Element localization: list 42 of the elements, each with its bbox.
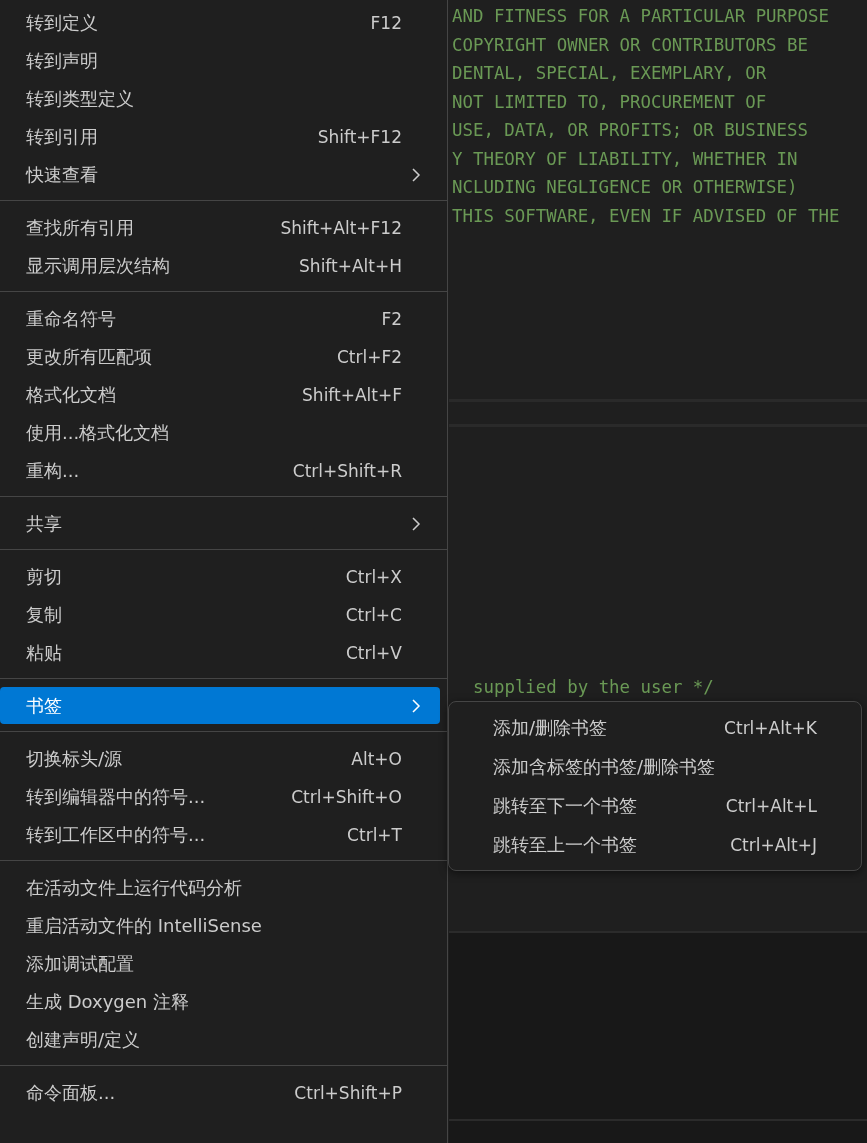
menu-item[interactable]: 转到定义 F12 <box>0 4 440 41</box>
menu-item[interactable]: 转到引用 Shift+F12 <box>0 118 440 155</box>
code-line: supplied by the user */ <box>472 676 714 699</box>
menu-item[interactable]: 复制 Ctrl+C <box>0 596 440 633</box>
menu-item[interactable]: 在活动文件上运行代码分析 <box>0 869 440 906</box>
chevron-right-icon <box>410 167 422 182</box>
menu-item[interactable]: 快速查看 <box>0 156 440 193</box>
chevron-right-icon <box>410 698 422 713</box>
code-line: COPYRIGHT OWNER OR CONTRIBUTORS BE <box>451 33 808 57</box>
menu-item[interactable]: 切换标头/源 Alt+O <box>0 740 440 777</box>
menu-item[interactable]: 使用...格式化文档 <box>0 414 440 451</box>
menu-item[interactable]: 共享 <box>0 505 440 542</box>
menu-item[interactable]: 创建声明/定义 <box>0 1021 440 1058</box>
menu-item[interactable]: 剪切 Ctrl+X <box>0 558 440 595</box>
menu-item[interactable]: 重构... Ctrl+Shift+R <box>0 452 440 489</box>
menu-item[interactable]: 重命名符号 F2 <box>0 300 440 337</box>
menu-item[interactable]: 添加调试配置 <box>0 945 440 982</box>
menu-item[interactable]: 显示调用层次结构 Shift+Alt+H <box>0 247 440 284</box>
menu-item[interactable]: 命令面板... Ctrl+Shift+P <box>0 1074 440 1111</box>
menu-item[interactable]: 跳转至上一个书签 Ctrl+Alt+J <box>449 825 861 864</box>
code-line: USE, DATA, OR PROFITS; OR BUSINESS <box>451 119 808 142</box>
menu-item[interactable]: 重启活动文件的 IntelliSense <box>0 907 440 944</box>
code-line: NCLUDING NEGLIGENCE OR OTHERWISE) <box>451 176 798 199</box>
menu-item[interactable]: 添加/删除书签 Ctrl+Alt+K <box>449 708 861 747</box>
menu-item[interactable]: 转到工作区中的符号... Ctrl+T <box>0 816 440 853</box>
chevron-right-icon <box>410 516 422 531</box>
menu-item[interactable]: 生成 Doxygen 注释 <box>0 983 440 1020</box>
code-line: DENTAL, SPECIAL, EXEMPLARY, OR <box>451 62 767 85</box>
menu-item[interactable]: 转到声明 <box>0 42 440 79</box>
menu-item[interactable]: 书签 <box>0 687 440 724</box>
menu-item[interactable]: 跳转至下一个书签 Ctrl+Alt+L <box>449 786 861 825</box>
menu-item[interactable]: 转到编辑器中的符号... Ctrl+Shift+O <box>0 778 440 815</box>
code-line: Y THEORY OF LIABILITY, WHETHER IN <box>451 147 798 171</box>
menu-item[interactable]: 转到类型定义 <box>0 80 440 117</box>
code-line: NOT LIMITED TO, PROCUREMENT OF <box>451 90 767 114</box>
code-line: THIS SOFTWARE, EVEN IF ADVISED OF THE <box>451 204 840 228</box>
menu-item[interactable]: 粘贴 Ctrl+V <box>0 634 440 671</box>
menu-item[interactable]: 添加含标签的书签/删除书签 <box>449 747 861 786</box>
menu-item[interactable]: 格式化文档 Shift+Alt+F <box>0 376 440 413</box>
menu-item[interactable]: 查找所有引用 Shift+Alt+F12 <box>0 209 440 246</box>
menu-item[interactable]: 更改所有匹配项 Ctrl+F2 <box>0 338 440 375</box>
code-line: AND FITNESS FOR A PARTICULAR PURPOSE <box>451 5 829 28</box>
